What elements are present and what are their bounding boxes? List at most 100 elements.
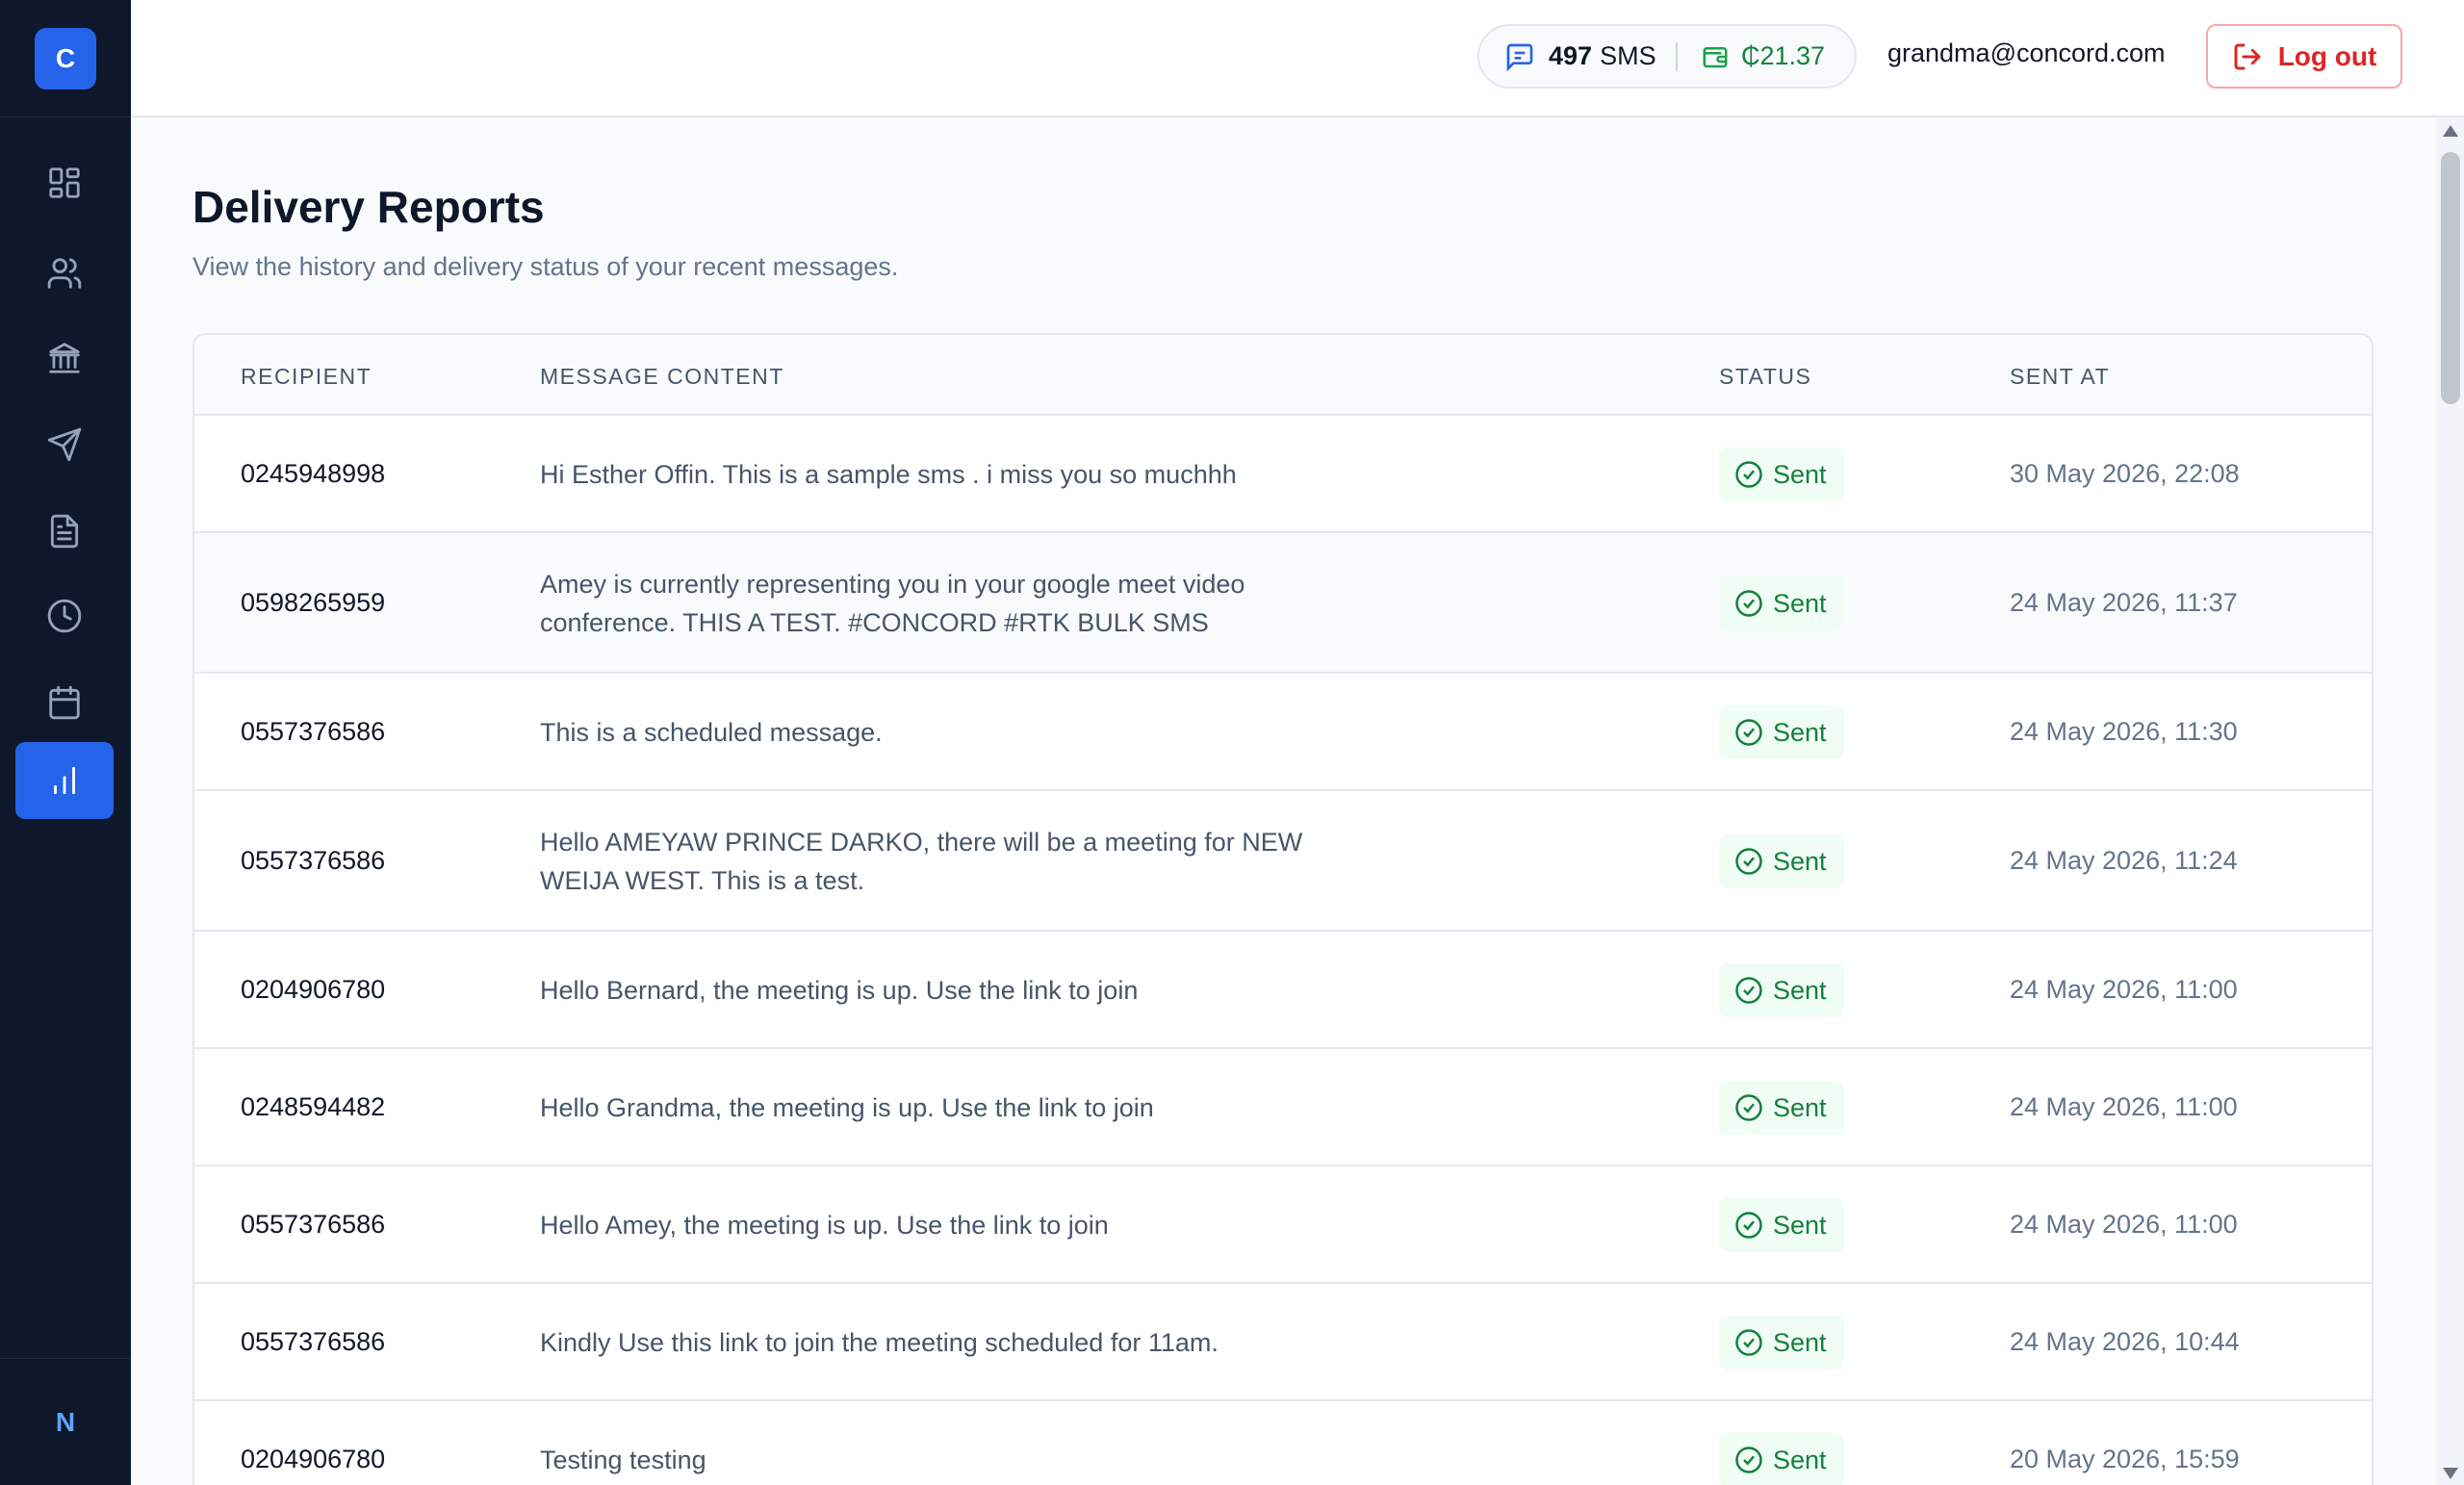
recipient-cell: 0557376586 <box>241 1210 386 1239</box>
app-logo[interactable]: C <box>35 27 96 90</box>
check-circle-icon <box>1735 848 1762 875</box>
check-circle-icon <box>1735 977 1762 1004</box>
calendar-icon <box>49 685 80 720</box>
status-label: Sent <box>1773 1445 1827 1474</box>
sent-at-cell: 24 May 2026, 11:24 <box>2010 846 2238 875</box>
sidebar-item-send-sms[interactable] <box>15 406 114 483</box>
table-row[interactable]: 0204906780 Hello Bernard, the meeting is … <box>194 932 2372 1049</box>
sent-at-cell: 24 May 2026, 11:30 <box>2010 717 2238 746</box>
sent-at-cell: 24 May 2026, 11:00 <box>2010 1210 2238 1239</box>
sent-at-cell: 24 May 2026, 11:00 <box>2010 1092 2238 1121</box>
grid-icon <box>49 167 80 198</box>
sent-at-cell: 30 May 2026, 22:08 <box>2010 459 2240 488</box>
logout-button[interactable]: Log out <box>2206 24 2402 89</box>
balance-amount: ₵21.37 <box>1741 41 1826 70</box>
sidebar-item-templates[interactable] <box>15 493 114 570</box>
sidebar-item-history[interactable] <box>15 577 114 654</box>
user-initial-avatar[interactable]: N <box>56 1407 75 1438</box>
column-header-status: STATUS <box>1719 364 1812 389</box>
sms-credits: 497 SMS <box>1479 41 1676 72</box>
recipient-cell: 0204906780 <box>241 975 386 1004</box>
scroll-down-arrow-icon[interactable] <box>2443 1468 2458 1479</box>
recipient-cell: 0557376586 <box>241 1327 386 1356</box>
status-badge: Sent <box>1719 1316 1844 1370</box>
logout-icon <box>2234 43 2261 69</box>
status-badge: Sent <box>1719 963 1844 1017</box>
table-row[interactable]: 0557376586 This is a scheduled message. Se… <box>194 674 2372 791</box>
recipient-cell: 0557376586 <box>241 717 386 746</box>
recipient-cell: 0245948998 <box>241 459 386 488</box>
logout-label: Log out <box>2277 40 2377 71</box>
message-content-cell: Testing testing <box>540 1446 706 1474</box>
sidebar-item-billing[interactable] <box>15 320 114 397</box>
wallet-icon <box>1703 46 1728 67</box>
sms-count: 497 <box>1549 41 1593 70</box>
sent-at-cell: 24 May 2026, 10:44 <box>2010 1327 2240 1356</box>
status-badge: Sent <box>1719 1081 1844 1135</box>
table-row[interactable]: 0557376586 Kindly Use this link to join t… <box>194 1284 2372 1401</box>
status-badge: Sent <box>1719 705 1844 759</box>
check-circle-icon <box>1735 590 1762 617</box>
status-label: Sent <box>1773 1210 1827 1240</box>
sent-at-cell: 20 May 2026, 15:59 <box>2010 1445 2240 1473</box>
sidebar-footer: N <box>0 1358 131 1485</box>
sidebar-item-reports[interactable] <box>15 742 114 819</box>
sidebar-item-scheduled[interactable] <box>15 664 114 741</box>
status-badge: Sent <box>1719 576 1844 630</box>
scroll-up-arrow-icon[interactable] <box>2443 125 2458 137</box>
status-badge: Sent <box>1719 1198 1844 1252</box>
logo-area: C <box>0 0 131 117</box>
column-header-message-content: MESSAGE CONTENT <box>540 364 784 389</box>
bar-chart-icon <box>54 766 75 795</box>
table-row[interactable]: 0557376586 Hello AMEYAW PRINCE DARKO, the… <box>194 791 2372 932</box>
page-scrollbar[interactable] <box>2437 117 2464 1485</box>
table-row[interactable]: 0245948998 Hi Esther Offin. This is a sam… <box>194 416 2372 533</box>
scrollbar-thumb[interactable] <box>2441 152 2460 404</box>
status-badge: Sent <box>1719 448 1844 501</box>
message-icon <box>1506 43 1533 71</box>
sent-at-cell: 24 May 2026, 11:37 <box>2010 588 2238 617</box>
sidebar: C N <box>0 0 131 1485</box>
recipient-cell: 0204906780 <box>241 1445 386 1473</box>
table-row[interactable]: 0248594482 Hello Grandma, the meeting is … <box>194 1049 2372 1166</box>
message-content-cell: Hello Amey, the meeting is up. Use the l… <box>540 1211 1109 1240</box>
message-content-cell: Hello AMEYAW PRINCE DARKO, there will be… <box>540 828 1303 895</box>
recipient-cell: 0598265959 <box>241 588 386 617</box>
table-row[interactable]: 0598265959 Amey is currently representing… <box>194 533 2372 674</box>
message-content-cell: This is a scheduled message. <box>540 718 883 747</box>
recipient-cell: 0557376586 <box>241 846 386 875</box>
check-circle-icon <box>1735 1094 1762 1121</box>
message-content-cell: Hello Grandma, the meeting is up. Use th… <box>540 1093 1154 1122</box>
table-header: RECIPIENT MESSAGE CONTENT STATUS SENT AT <box>194 335 2372 416</box>
sidebar-item-contacts[interactable] <box>15 235 114 312</box>
status-label: Sent <box>1773 846 1827 876</box>
table-body: 0245948998 Hi Esther Offin. This is a sam… <box>194 416 2372 1485</box>
sms-unit: SMS <box>1600 41 1656 70</box>
users-icon <box>47 258 82 289</box>
bank-icon <box>49 343 80 373</box>
status-label: Sent <box>1773 975 1827 1005</box>
recipient-cell: 0248594482 <box>241 1092 386 1121</box>
user-email: grandma@concord.com <box>1887 38 2166 67</box>
delivery-reports-table: RECIPIENT MESSAGE CONTENT STATUS SENT AT… <box>192 333 2374 1485</box>
top-header: 497 SMS ₵21.37 grandma@concord.com Log o… <box>131 0 2464 117</box>
balance-pill: 497 SMS ₵21.37 <box>1477 24 1857 89</box>
message-content-cell: Amey is currently representing you in yo… <box>540 570 1245 637</box>
table-row[interactable]: 0557376586 Hello Amey, the meeting is up.… <box>194 1166 2372 1284</box>
table-row[interactable]: 0204906780 Testing testing Sent 20 May 2026… <box>194 1401 2372 1485</box>
check-circle-icon <box>1735 1212 1762 1239</box>
status-label: Sent <box>1773 459 1827 489</box>
column-header-recipient: RECIPIENT <box>241 364 372 389</box>
message-content-cell: Hello Bernard, the meeting is up. Use th… <box>540 976 1139 1005</box>
column-header-sent-at: SENT AT <box>2010 364 2111 389</box>
page-title: Delivery Reports <box>192 182 545 232</box>
sent-at-cell: 24 May 2026, 11:00 <box>2010 975 2238 1004</box>
status-label: Sent <box>1773 1327 1827 1357</box>
document-icon <box>50 514 79 549</box>
sidebar-item-dashboard[interactable] <box>15 144 114 221</box>
clock-icon <box>47 599 82 633</box>
check-circle-icon <box>1735 1447 1762 1473</box>
status-badge: Sent <box>1719 1433 1844 1485</box>
status-label: Sent <box>1773 717 1827 747</box>
status-label: Sent <box>1773 588 1827 618</box>
